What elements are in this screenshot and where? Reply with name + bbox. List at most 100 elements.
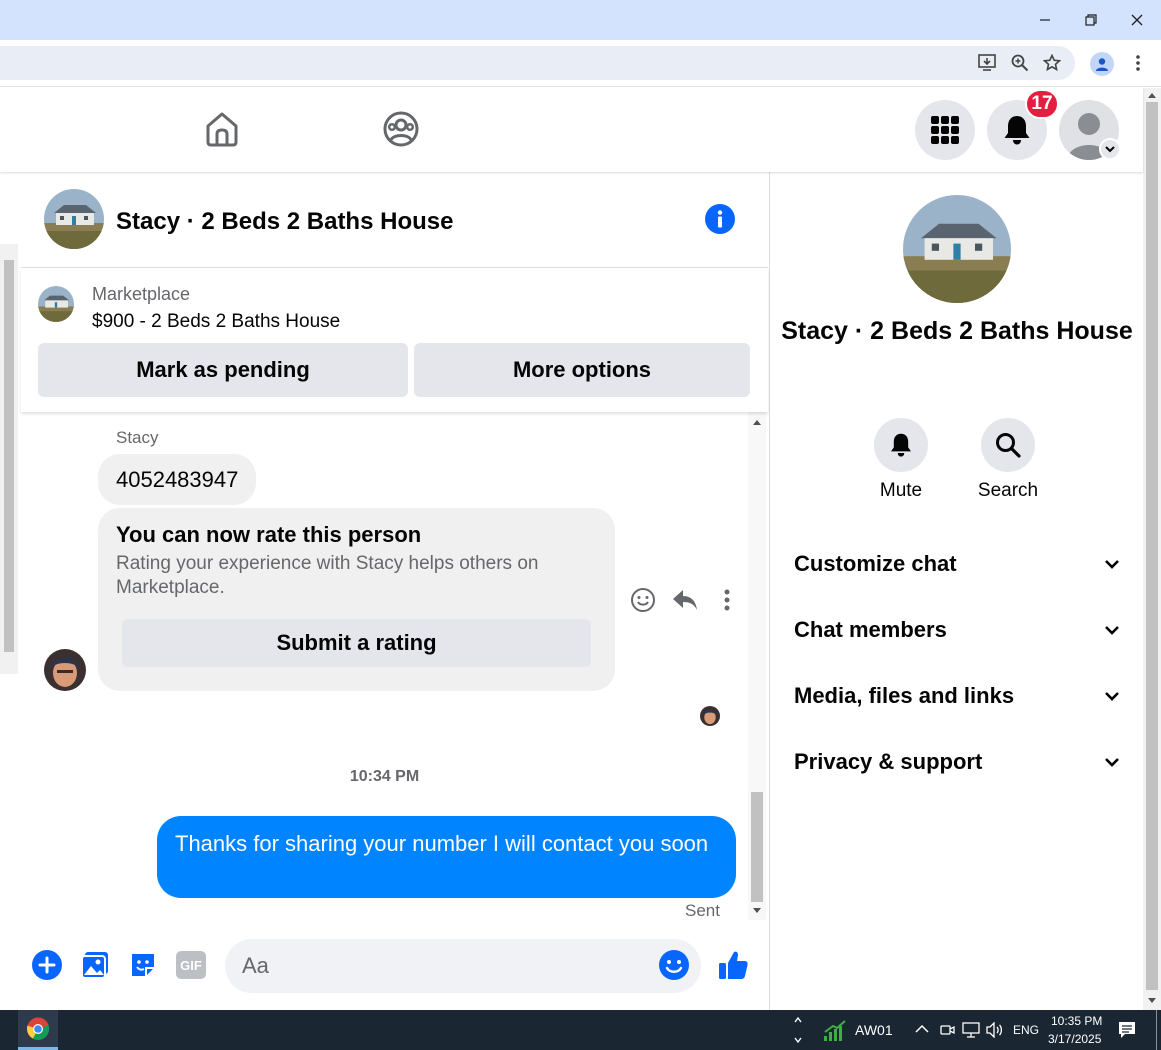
stock-ticker[interactable]: AW01 [855,1022,893,1038]
gif-button[interactable]: GIF [175,949,207,981]
emoji-button[interactable] [658,949,690,981]
sticker-button[interactable] [127,949,159,981]
section-label: Customize chat [794,551,957,576]
chevron-up-icon[interactable] [915,1024,929,1034]
close-button[interactable] [1114,0,1160,40]
menu-button[interactable] [915,100,975,160]
more-actions-button[interactable] [31,949,63,981]
person-photo-icon [700,706,720,726]
chrome-taskbar-button[interactable] [18,1010,58,1050]
listing-thumbnail[interactable] [38,286,74,322]
groups-nav-button[interactable] [382,110,420,153]
submit-rating-button[interactable]: Submit a rating [122,619,591,667]
mute-action[interactable]: Mute [856,418,946,502]
plus-circle-icon [32,950,62,980]
browser-menu-icon[interactable] [1127,52,1149,74]
thread-scrollbar[interactable] [748,412,766,920]
facebook-top-nav [0,88,1143,172]
notification-badge: 17 [1025,89,1059,119]
chrome-icon [27,1017,50,1040]
conversation-details-panel: Stacy · 2 Beds 2 Baths House Mute Search… [769,172,1143,1010]
smiley-icon [631,588,655,612]
house-photo-icon [903,195,1011,303]
details-title: Stacy · 2 Beds 2 Baths House [781,317,1133,345]
marketplace-listing-card: Marketplace $900 - 2 Beds 2 Baths House … [21,268,768,412]
react-button[interactable] [629,586,657,614]
grid-menu-icon [931,116,959,144]
bookmark-star-icon[interactable] [1041,52,1063,74]
show-desktop-button[interactable] [1156,1010,1157,1050]
rating-description: Rating your experience with Stacy helps … [116,553,539,598]
browser-toolbar [0,40,1161,87]
thumbs-up-icon [719,951,748,979]
privacy-support-section[interactable]: Privacy & support [794,742,1120,782]
account-dropdown-button[interactable] [1099,138,1121,160]
scroll-down-icon[interactable] [752,907,762,915]
language-indicator[interactable]: ENG [1013,1023,1039,1037]
message-input[interactable] [225,939,701,993]
send-like-button[interactable] [717,949,749,981]
mute-button[interactable] [874,418,928,472]
search-button[interactable] [981,418,1035,472]
home-nav-button[interactable] [203,110,241,153]
customize-chat-section[interactable]: Customize chat [794,544,1120,584]
address-bar[interactable] [0,46,1075,80]
section-label: Chat members [794,617,947,642]
listing-title[interactable]: $900 - 2 Beds 2 Baths House [92,311,340,333]
rating-title: You can now rate this person [116,522,422,547]
message-thread: Stacy 4052483947 You can now rate this p… [21,412,768,922]
outgoing-message-bubble[interactable]: Thanks for sharing your number I will co… [157,816,736,898]
page-scrollbar-thumb[interactable] [1146,102,1158,990]
details-avatar[interactable] [903,195,1011,303]
minimize-button[interactable] [1022,0,1068,40]
stock-chart-icon[interactable] [823,1020,847,1042]
thread-scrollbar-thumb[interactable] [751,792,763,902]
clock-date[interactable]: 3/17/2025 [1048,1032,1101,1046]
mark-as-pending-button[interactable]: Mark as pending [38,343,408,397]
close-icon [1131,14,1143,26]
gif-icon: GIF [176,951,206,979]
message-more-button[interactable] [713,586,741,614]
scroll-up-icon[interactable] [752,418,762,426]
search-action[interactable]: Search [963,418,1053,502]
chat-avatar[interactable] [44,189,104,249]
restore-button[interactable] [1068,0,1114,40]
left-column-scrollbar[interactable] [0,244,18,674]
timestamp-separator: 10:34 PM [349,768,420,785]
meet-now-icon[interactable] [939,1022,955,1038]
chat-members-section[interactable]: Chat members [794,610,1120,650]
chevron-down-icon [1105,758,1119,767]
network-icon[interactable] [962,1022,980,1038]
zoom-icon[interactable] [1009,52,1031,74]
photo-icon [81,952,108,979]
clock-time[interactable]: 10:35 PM [1051,1014,1102,1028]
reply-icon [673,590,697,610]
reply-button[interactable] [671,586,699,614]
section-label: Privacy & support [794,749,983,774]
install-app-icon[interactable] [977,52,999,74]
rating-prompt-card: You can now rate this person Rating your… [98,508,615,691]
more-options-button[interactable]: More options [414,343,750,397]
taskbar-scroll-icon[interactable] [793,1014,803,1046]
incoming-message-bubble[interactable]: 4052483947 [98,454,257,505]
scroll-down-icon[interactable] [1147,997,1157,1005]
left-scrollbar-thumb[interactable] [4,260,14,652]
emoji-icon [659,950,689,980]
conversation-info-button[interactable] [705,204,735,234]
marketplace-label: Marketplace [92,284,191,304]
notification-center-icon[interactable] [1118,1021,1136,1039]
volume-icon[interactable] [986,1022,1004,1038]
more-vertical-icon [724,589,730,611]
scroll-up-icon[interactable] [1147,91,1157,99]
profile-icon[interactable] [1090,52,1114,76]
house-photo-icon [38,286,74,322]
sent-status: Sent [685,901,720,920]
windows-taskbar: AW01 ENG 10:35 PM 3/17/2025 [0,1010,1161,1050]
attach-photo-button[interactable] [79,949,111,981]
media-files-links-section[interactable]: Media, files and links [794,676,1120,716]
home-icon [206,112,238,147]
chat-header: Stacy · 2 Beds 2 Baths House [21,172,768,268]
sender-avatar[interactable] [44,649,86,691]
bell-icon [1004,116,1030,145]
page-scrollbar[interactable] [1143,88,1161,1010]
